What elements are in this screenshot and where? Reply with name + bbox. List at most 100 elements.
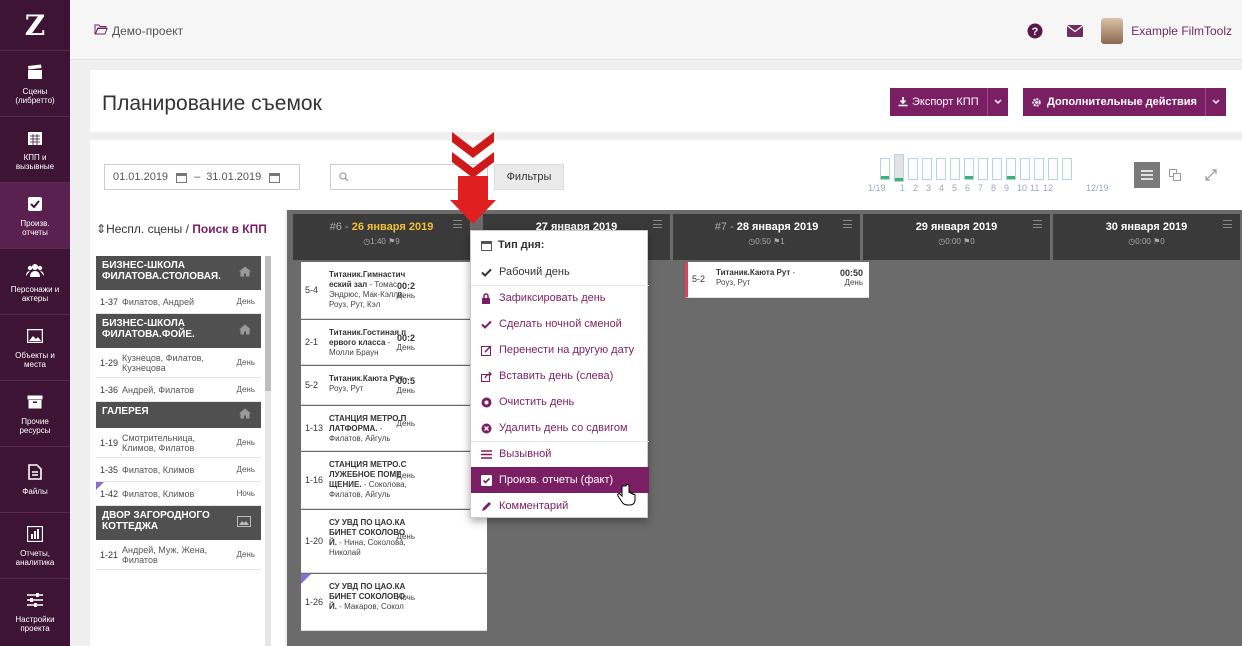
menu-item[interactable]: Рабочий день: [471, 259, 649, 285]
pager-bar[interactable]: [1048, 158, 1058, 180]
location-header[interactable]: ГАЛЕРЕЯ: [96, 402, 261, 428]
menu-item[interactable]: Сделать ночной сменой: [471, 311, 649, 337]
day-header[interactable]: 29 января 2019 ◷0:00 ⚑0: [863, 214, 1050, 260]
pager-page[interactable]: 2: [913, 183, 918, 193]
date-to[interactable]: 31.01.2019: [206, 171, 261, 183]
pager-bar[interactable]: [978, 158, 988, 180]
scene-row[interactable]: 1-29 Кузнецов, Филатов, Кузнецова День: [96, 348, 261, 378]
menu-item[interactable]: Вставить день (слева): [471, 363, 649, 389]
nav-item[interactable]: Персонажи и актеры: [0, 248, 70, 314]
pager-page[interactable]: 6: [965, 183, 970, 193]
pager-bar[interactable]: [1062, 158, 1072, 180]
export-button-group: Экспорт КПП: [890, 88, 1008, 116]
scene-row[interactable]: 1-19 Смотрительница, Климов, Филатов День: [96, 428, 261, 458]
calendar-icon[interactable]: [174, 164, 188, 190]
menu-item[interactable]: Вызывной: [471, 441, 649, 467]
scene-number: 1-13: [305, 423, 324, 433]
help-icon[interactable]: ?: [1015, 14, 1055, 48]
breadcrumb[interactable]: Демо-проект: [94, 24, 183, 38]
pager-bar[interactable]: [950, 158, 960, 180]
pager-bar[interactable]: [880, 158, 890, 180]
scene-card[interactable]: 1-16 СТАНЦИЯ МЕТРО.С ЛУЖЕБНОЕ ПОМЕ ЩЕНИЕ.…: [301, 452, 487, 509]
pager-bar[interactable]: [1006, 158, 1016, 180]
breadcrumb-project[interactable]: Демо-проект: [112, 24, 183, 38]
day-menu-icon[interactable]: [1223, 220, 1232, 228]
scrollbar-thumb[interactable]: [265, 256, 271, 391]
pager-page[interactable]: 1: [900, 183, 905, 193]
menu-item[interactable]: Зафиксировать день: [471, 285, 649, 311]
pager-bar[interactable]: [922, 158, 932, 180]
more-actions-caret[interactable]: [1206, 88, 1226, 116]
date-range-field[interactable]: 01.01.2019 – 31.01.2019: [104, 164, 300, 190]
pager-bar[interactable]: [992, 158, 1002, 180]
scene-row[interactable]: 1-21 Андрей, Муж, Жена, Филатов День: [96, 540, 261, 570]
pager-bar[interactable]: [1034, 158, 1044, 180]
user-menu[interactable]: Example FilmToolz: [1095, 14, 1242, 48]
nav-item[interactable]: Файлы: [0, 446, 70, 512]
board-view-button[interactable]: [1162, 162, 1188, 188]
username[interactable]: Example FilmToolz: [1131, 24, 1232, 38]
location-header[interactable]: БИЗНЕС-ШКОЛА ФИЛАТОВА.СТОЛОВАЯ.: [96, 256, 261, 290]
export-caret-button[interactable]: [988, 88, 1008, 116]
export-kpp-button[interactable]: Экспорт КПП: [890, 88, 988, 116]
scene-card[interactable]: 1-26 СУ УВД ПО ЦАО.КА БИНЕТ СОКОЛОВО Й. -…: [301, 574, 487, 631]
date-from[interactable]: 01.01.2019: [113, 171, 168, 183]
pager-page[interactable]: 12: [1043, 183, 1053, 193]
search-kpp-link[interactable]: Поиск в КПП: [192, 222, 267, 236]
day-header[interactable]: #6 - 26 января 2019 ◷1:40 ⚑9: [293, 214, 470, 260]
list-view-button[interactable]: [1134, 162, 1160, 188]
menu-item[interactable]: Удалить день со сдвигом: [471, 415, 649, 441]
scene-row[interactable]: 1-35 Филатов, Климов День: [96, 458, 261, 482]
expand-button[interactable]: [1198, 162, 1224, 188]
pager-page[interactable]: 9: [1004, 183, 1009, 193]
menu-item[interactable]: Очистить день: [471, 389, 649, 415]
more-actions-button[interactable]: Дополнительные действия: [1023, 88, 1206, 116]
pager-bar[interactable]: [964, 158, 974, 180]
scene-row[interactable]: 1-42 Филатов, Климов Ночь: [96, 482, 261, 506]
day-header[interactable]: 30 января 2019 ◷0:00 ⚑0: [1053, 214, 1240, 260]
scene-card[interactable]: 5-4 Титаник.Гимнастич еский зал - Томас Э…: [301, 262, 487, 319]
pager-first[interactable]: 1/19: [868, 183, 886, 193]
pager-bar[interactable]: [936, 158, 946, 180]
pager-page[interactable]: 7: [978, 183, 983, 193]
day-menu-icon[interactable]: [1033, 220, 1042, 228]
pager-page[interactable]: 3: [926, 183, 931, 193]
nav-item[interactable]: Произв. отчеты: [0, 182, 70, 248]
pager-page[interactable]: 11: [1030, 183, 1039, 193]
pager-last[interactable]: 12/19: [1086, 183, 1109, 193]
location-header[interactable]: ДВОР ЗАГОРОДНОГО КОТТЕДЖА: [96, 506, 261, 540]
scene-row[interactable]: 1-37 Филатов, Андрей День: [96, 290, 261, 314]
nav-item[interactable]: Прочие ресурсы: [0, 380, 70, 446]
scene-card[interactable]: 5-2 Титаник.Каюта Рут - Роуз, Рут 00:50 Ден…: [685, 262, 869, 298]
filters-button[interactable]: Фильтры: [494, 164, 564, 190]
nav-item[interactable]: КПП и вызывные: [0, 116, 70, 182]
pager-page[interactable]: 10: [1017, 183, 1027, 193]
app-logo[interactable]: Z: [0, 0, 70, 50]
pager-page[interactable]: 5: [952, 183, 957, 193]
scrollbar[interactable]: [265, 256, 271, 646]
location-header[interactable]: БИЗНЕС-ШКОЛА ФИЛАТОВА.ФОЙЕ.: [96, 314, 261, 348]
day-menu-icon[interactable]: [653, 220, 662, 228]
day-context-menu: Тип дня: Рабочий день Зафиксировать день С…: [470, 230, 649, 518]
mail-icon[interactable]: [1055, 14, 1095, 48]
scene-row[interactable]: 1-36 Андрей, Филатов День: [96, 378, 261, 402]
scene-card[interactable]: 5-2 Титаник.Каюта Рут - Роуз, Рут 00:5 День: [301, 366, 487, 405]
pager-bar[interactable]: [894, 154, 904, 182]
day-header[interactable]: #7 - 28 января 2019 ◷0:50 ⚑1: [673, 214, 860, 260]
scene-card[interactable]: 2-1 Титаник.Гостиная п ервого класса - Мо…: [301, 320, 487, 365]
menu-item[interactable]: Перенести на другую дату: [471, 337, 649, 363]
nav-item[interactable]: Отчеты, аналитика: [0, 512, 70, 578]
scene-card[interactable]: 1-13 СТАНЦИЯ МЕТРО.П ЛАТФОРМА. - Филатов,…: [301, 406, 487, 451]
unscheduled-label[interactable]: Неспл. сцены /: [106, 222, 192, 236]
nav-item[interactable]: Объекты и места: [0, 314, 70, 380]
day-menu-icon[interactable]: [843, 220, 852, 228]
calendar-icon[interactable]: [267, 164, 281, 190]
nav-item[interactable]: Сцены (либретто): [0, 50, 70, 116]
pager-bar[interactable]: [908, 158, 918, 180]
pager-page[interactable]: 8: [991, 183, 996, 193]
nav-item[interactable]: Настройки проекта: [0, 578, 70, 644]
scene-card[interactable]: 1-20 СУ УВД ПО ЦАО.КА БИНЕТ СОКОЛОВО Й. -…: [301, 510, 487, 573]
pager-bar[interactable]: [1020, 158, 1030, 180]
pager-page[interactable]: 4: [939, 183, 944, 193]
sort-icon[interactable]: ⇕: [96, 222, 106, 236]
